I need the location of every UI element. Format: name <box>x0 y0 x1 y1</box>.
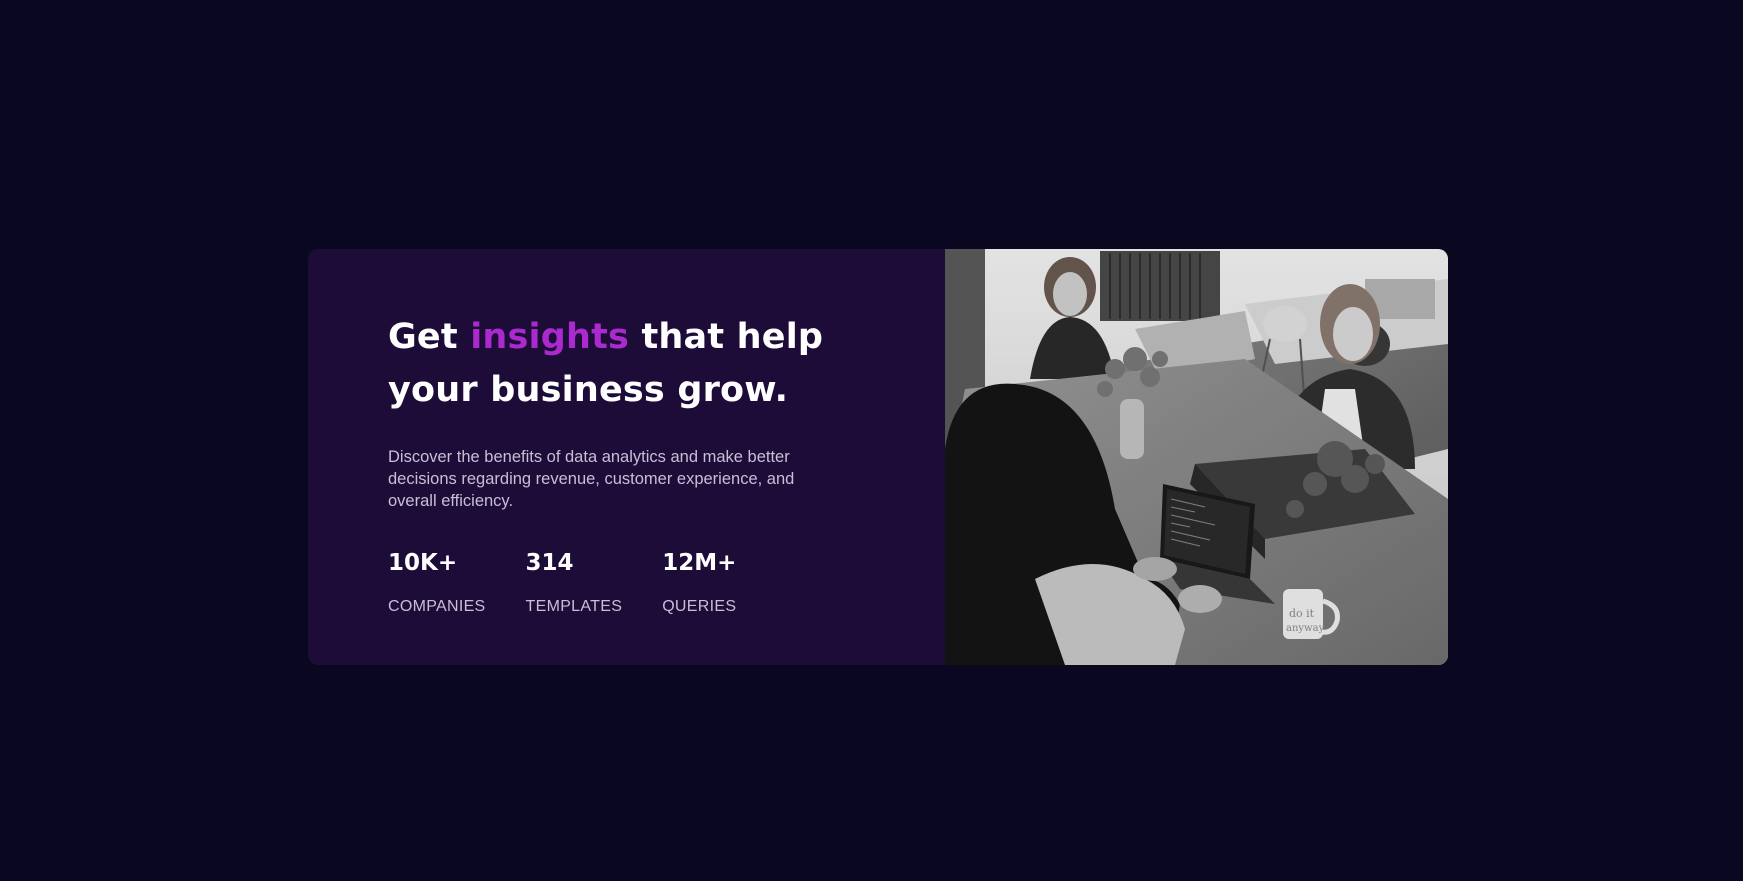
office-photo-image: do it anyway <box>945 249 1448 665</box>
office-photo: do it anyway <box>945 249 1448 665</box>
headline-part-1: Get <box>388 317 471 357</box>
stat-queries: 12M+ QUERIES <box>662 550 736 616</box>
hero-content: Get insights that help your business gro… <box>308 249 945 665</box>
stat-templates: 314 TEMPLATES <box>526 550 623 616</box>
stats-row: 10K+ COMPANIES 314 TEMPLATES 12M+ QUERIE… <box>388 550 885 616</box>
hero-card: Get insights that help your business gro… <box>308 249 1448 665</box>
stat-label: COMPANIES <box>388 598 486 615</box>
stat-value: 10K+ <box>388 550 458 576</box>
stat-label: QUERIES <box>662 598 737 615</box>
stat-value: 314 <box>525 550 574 576</box>
hero-description: Discover the benefits of data analytics … <box>388 448 795 510</box>
headline-accent: insights <box>470 317 630 357</box>
stat-companies: 10K+ COMPANIES <box>388 550 486 616</box>
stat-label: TEMPLATES <box>525 598 623 615</box>
hero-headline: Get insights that help your business gro… <box>388 311 828 417</box>
stat-value: 12M+ <box>662 550 737 576</box>
